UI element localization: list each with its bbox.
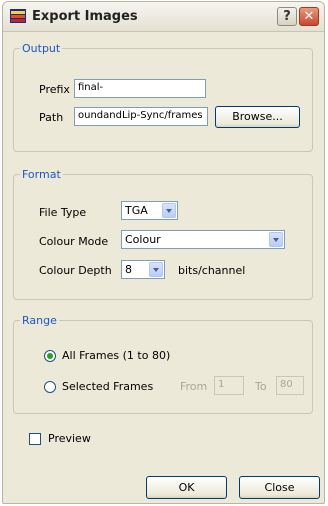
- browse-button[interactable]: Browse...: [215, 106, 300, 128]
- preview-checkbox[interactable]: [29, 433, 41, 445]
- chevron-down-icon[interactable]: [149, 262, 163, 277]
- colour-depth-select[interactable]: 8: [121, 260, 165, 279]
- ok-button[interactable]: OK: [146, 476, 227, 499]
- from-label: From: [180, 380, 208, 393]
- from-input[interactable]: 1: [214, 376, 244, 395]
- help-button[interactable]: ?: [277, 7, 297, 26]
- output-legend: Output: [22, 42, 61, 55]
- range-group: Range: [13, 314, 313, 414]
- prefix-label: Prefix: [39, 83, 70, 96]
- window-title: Export Images: [32, 9, 138, 24]
- to-label: To: [255, 380, 267, 393]
- app-icon: [10, 9, 26, 23]
- colour-depth-value: 8: [125, 263, 132, 276]
- export-images-dialog: Export Images ? ✕ Output Prefix final- P…: [2, 1, 325, 504]
- colour-mode-label: Colour Mode: [39, 235, 109, 248]
- format-legend: Format: [22, 168, 61, 181]
- colour-depth-label: Colour Depth: [39, 264, 112, 277]
- prefix-input[interactable]: final-: [74, 79, 206, 98]
- all-frames-label[interactable]: All Frames (1 to 80): [62, 349, 170, 362]
- preview-label[interactable]: Preview: [48, 432, 91, 445]
- range-legend: Range: [22, 314, 57, 327]
- selected-frames-label[interactable]: Selected Frames: [62, 380, 153, 393]
- colour-mode-select[interactable]: Colour: [121, 230, 285, 249]
- close-icon[interactable]: ✕: [299, 7, 319, 26]
- bits-per-channel-label: bits/channel: [178, 264, 246, 277]
- path-input[interactable]: oundandLip-Sync/frames: [74, 107, 208, 126]
- file-type-label: File Type: [39, 206, 87, 219]
- all-frames-radio[interactable]: [44, 350, 56, 362]
- path-label: Path: [39, 111, 64, 124]
- file-type-value: TGA: [125, 204, 148, 217]
- to-input[interactable]: 80: [276, 376, 304, 395]
- chevron-down-icon[interactable]: [269, 232, 283, 247]
- radio-selected-dot: [47, 353, 53, 359]
- colour-mode-value: Colour: [125, 233, 161, 246]
- selected-frames-radio[interactable]: [44, 381, 56, 393]
- chevron-down-icon[interactable]: [162, 203, 176, 218]
- title-bar: Export Images ? ✕: [3, 2, 324, 32]
- close-button[interactable]: Close: [239, 476, 320, 499]
- file-type-select[interactable]: TGA: [121, 201, 178, 220]
